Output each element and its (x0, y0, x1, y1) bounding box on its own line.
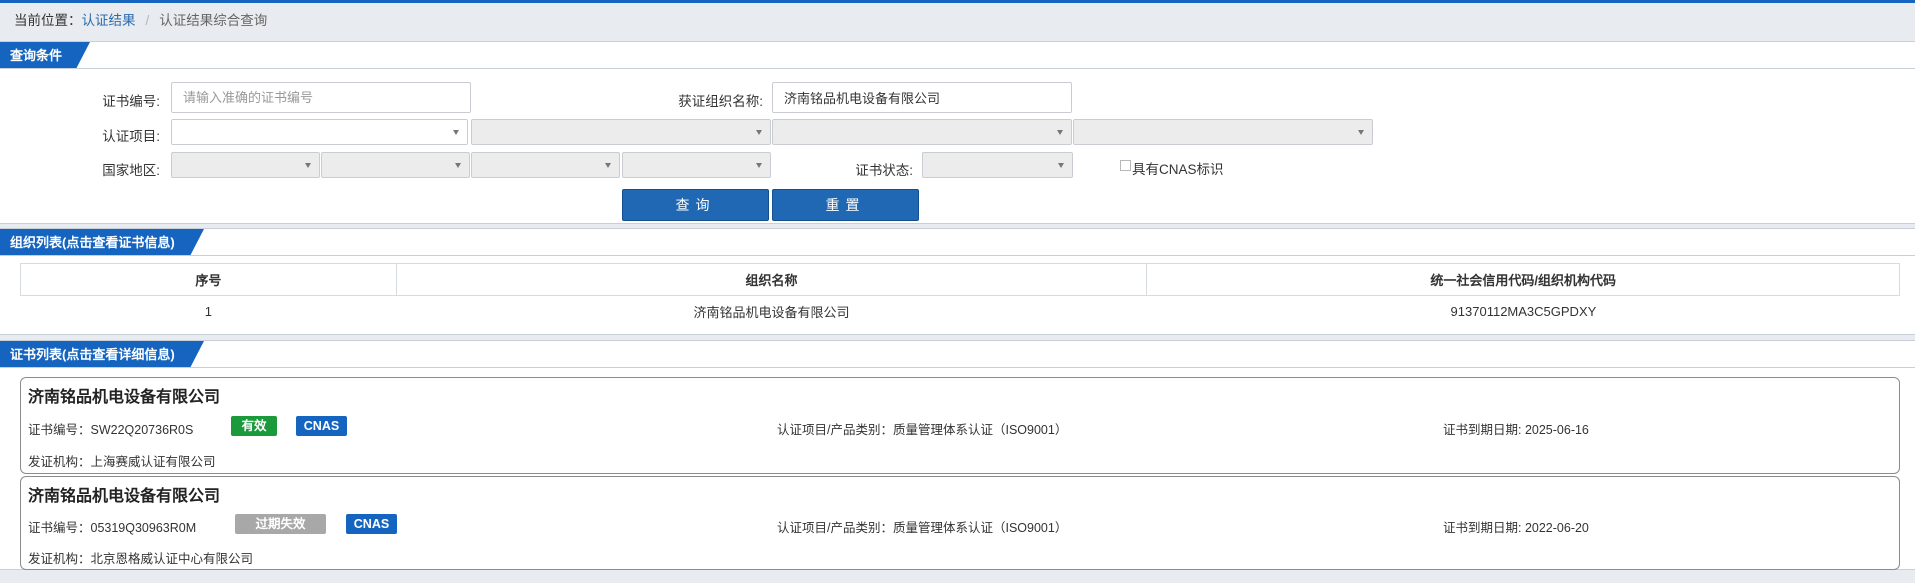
cert-list-tab: 证书列表(点击查看详细信息) (0, 341, 204, 368)
cell-seq: 1 (204, 304, 212, 320)
cert-card[interactable]: 济南铭品机电设备有限公司 证书编号：05319Q30963R0M 过期失效 CN… (20, 476, 1900, 570)
project-label: 认证项目: (102, 129, 160, 144)
cnas-checkbox[interactable] (1120, 159, 1131, 171)
query-panel: 查询条件 证书编号: 获证组织名称: 认证项目: 国家地区: 证书状态: 具有C… (0, 41, 1915, 224)
cell-credit-code: 91370112MA3C5GPDXY (1450, 304, 1597, 320)
table-row[interactable]: 1 济南铭品机电设备有限公司 91370112MA3C5GPDXY (21, 296, 1900, 328)
org-table: 序号 组织名称 统一社会信用代码/组织机构代码 1 济南铭品机电设备有限公司 9… (20, 263, 1900, 328)
org-list-title: 组织列表(点击查看证书信息) (10, 235, 175, 250)
cert-no-label: 证书编号: (102, 94, 160, 109)
chevron-down-icon (1058, 163, 1064, 168)
cnas-badge: CNAS (296, 416, 347, 436)
chevron-down-icon (605, 163, 611, 168)
cert-card[interactable]: 济南铭品机电设备有限公司 证书编号：SW22Q20736R0S 有效 CNAS … (20, 377, 1900, 474)
project-select-1[interactable] (171, 119, 468, 145)
chevron-down-icon (756, 163, 762, 168)
project-select-2[interactable] (471, 119, 771, 145)
cert-org-name: 济南铭品机电设备有限公司 (28, 389, 221, 406)
status-badge: 有效 (231, 416, 277, 436)
cert-list-panel: 证书列表(点击查看详细信息) 济南铭品机电设备有限公司 证书编号：SW22Q20… (0, 340, 1915, 570)
cnas-checkbox-wrap[interactable]: 具有CNAS标识 (1120, 158, 1224, 178)
search-button[interactable]: 查询 (622, 189, 769, 221)
status-label: 证书状态: (855, 163, 913, 178)
cert-project: 认证项目/产品类别：质量管理体系认证（ISO9001） (777, 521, 1068, 535)
query-panel-tab: 查询条件 (0, 42, 90, 69)
region-label: 国家地区: (102, 163, 160, 178)
cert-issuer: 发证机构：上海赛威认证有限公司 (28, 455, 216, 469)
status-select[interactable] (922, 152, 1073, 178)
cert-issuer: 发证机构：北京恩格威认证中心有限公司 (28, 552, 254, 566)
chevron-down-icon (1358, 130, 1364, 135)
org-list-tab: 组织列表(点击查看证书信息) (0, 229, 204, 256)
org-list-panel: 组织列表(点击查看证书信息) 序号 组织名称 统一社会信用代码/组织机构代码 1… (0, 228, 1915, 335)
cert-project: 认证项目/产品类别：质量管理体系认证（ISO9001） (777, 423, 1068, 437)
region-select-3[interactable] (471, 152, 620, 178)
region-select-4[interactable] (622, 152, 771, 178)
cert-number: 证书编号：05319Q30963R0M (28, 521, 197, 535)
region-select-1[interactable] (171, 152, 320, 178)
status-badge: 过期失效 (235, 514, 326, 534)
project-select-4[interactable] (1073, 119, 1373, 145)
breadcrumb-separator: / (145, 13, 150, 28)
breadcrumb-prefix: 当前位置： (14, 13, 82, 28)
cert-no-input[interactable] (171, 82, 471, 113)
chevron-down-icon (455, 163, 461, 168)
col-org-name: 组织名称 (395, 263, 1148, 296)
chevron-down-icon (756, 130, 762, 135)
col-credit-code: 统一社会信用代码/组织机构代码 (1146, 263, 1900, 296)
cert-org-name: 济南铭品机电设备有限公司 (28, 488, 221, 505)
region-select-2[interactable] (321, 152, 470, 178)
chevron-down-icon (305, 163, 311, 168)
org-name-input[interactable] (772, 82, 1072, 113)
cnas-badge: CNAS (346, 514, 397, 534)
cert-expiry: 证书到期日期: 2022-06-20 (1443, 521, 1589, 535)
cert-number: 证书编号：SW22Q20736R0S (28, 423, 194, 437)
chevron-down-icon (1057, 130, 1063, 135)
reset-button[interactable]: 重置 (772, 189, 919, 221)
col-seq: 序号 (20, 263, 397, 296)
org-table-header: 序号 组织名称 统一社会信用代码/组织机构代码 (20, 263, 1900, 296)
chevron-down-icon (453, 130, 459, 135)
breadcrumb-link-results[interactable]: 认证结果 (82, 10, 136, 32)
cert-expiry: 证书到期日期: 2025-06-16 (1443, 423, 1589, 437)
breadcrumb-current: 认证结果综合查询 (159, 13, 268, 28)
cnas-checkbox-label: 具有CNAS标识 (1132, 162, 1224, 177)
project-select-3[interactable] (772, 119, 1072, 145)
cell-org-name: 济南铭品机电设备有限公司 (693, 305, 850, 321)
org-name-label: 获证组织名称: (678, 94, 763, 109)
cert-list-title: 证书列表(点击查看详细信息) (10, 347, 175, 362)
breadcrumb: 当前位置： 认证结果 / 认证结果综合查询 (14, 10, 267, 32)
query-panel-title: 查询条件 (10, 48, 63, 63)
